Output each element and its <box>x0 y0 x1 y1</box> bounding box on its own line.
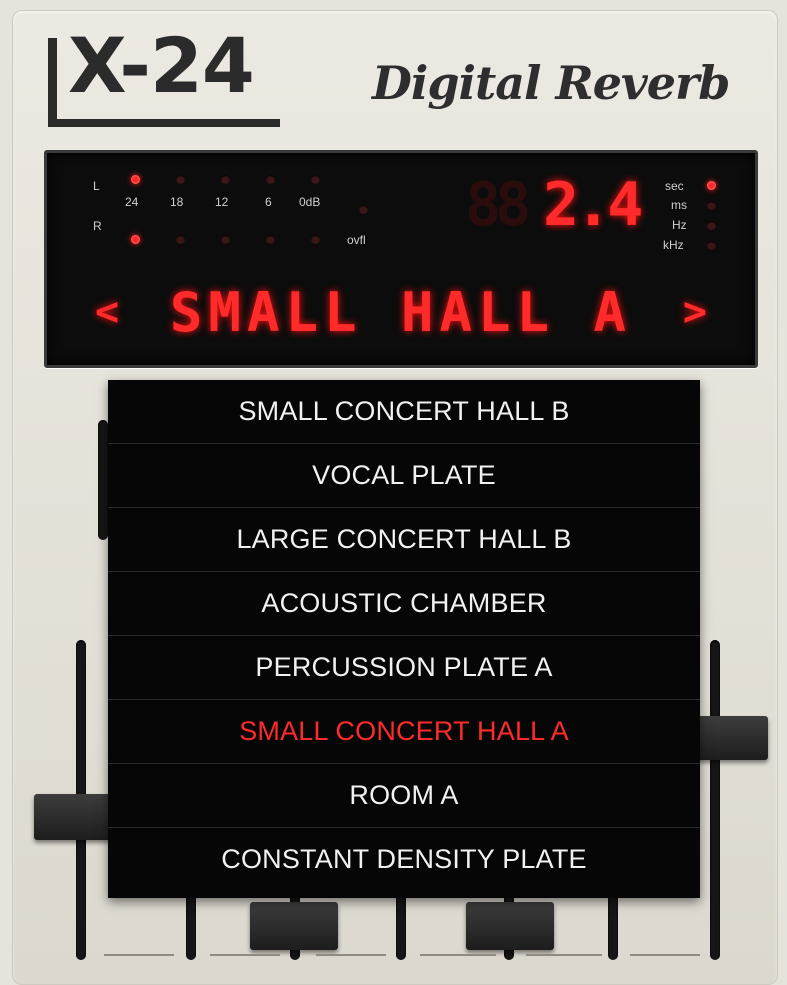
preset-menu-item[interactable]: VOCAL PLATE <box>108 444 700 508</box>
meter-led-l-0db <box>311 175 320 184</box>
preset-menu-item[interactable]: ROOM A <box>108 764 700 828</box>
readout-value: 2.4 <box>543 170 643 240</box>
preset-dropdown-menu: SMALL CONCERT HALL B VOCAL PLATE LARGE C… <box>108 380 700 898</box>
meter-led-l-18 <box>176 175 185 184</box>
fader-tick <box>316 954 386 956</box>
fader-tick <box>104 954 174 956</box>
preset-menu-item-selected[interactable]: SMALL CONCERT HALL A <box>108 700 700 764</box>
meter-led-l-24 <box>131 175 140 184</box>
unit-led-hz <box>707 221 716 230</box>
meter-led-r-18 <box>176 235 185 244</box>
meter-scale-18: 18 <box>170 195 184 209</box>
preset-menu-item[interactable]: PERCUSSION PLATE A <box>108 636 700 700</box>
preset-next-arrow[interactable]: > <box>635 289 755 335</box>
meter-scale-0db: 0dB <box>299 195 321 209</box>
fader-tick <box>210 954 280 956</box>
unit-label-khz: kHz <box>663 238 684 252</box>
fader-tick <box>526 954 602 956</box>
logo-l-horizontal <box>48 119 280 127</box>
logo-text: X-24 <box>68 21 255 110</box>
overflow-label: ovfl <box>347 233 366 247</box>
meter-left-label: L <box>93 179 100 193</box>
preset-line: < SMALL HALL A > <box>47 277 755 347</box>
meter-led-r-0db <box>311 235 320 244</box>
meter-scale-12: 12 <box>215 195 229 209</box>
fader-tick <box>420 954 496 956</box>
meter-scale-24: 24 <box>125 195 139 209</box>
preset-name[interactable]: SMALL HALL A <box>170 281 632 344</box>
meter-led-r-24 <box>131 235 140 244</box>
logo: X-24 <box>48 28 284 132</box>
unit-label-hz: Hz <box>672 218 687 232</box>
meter-led-r-6 <box>266 235 275 244</box>
fader-cap-5[interactable] <box>466 902 554 950</box>
meter-led-l-6 <box>266 175 275 184</box>
preset-prev-arrow[interactable]: < <box>47 289 167 335</box>
readout-unlit-digits: 88 <box>465 170 531 240</box>
unit-led-sec <box>707 181 716 190</box>
preset-menu-item[interactable]: LARGE CONCERT HALL B <box>108 508 700 572</box>
meter-led-l-12 <box>221 175 230 184</box>
lcd-display: L R 24 18 12 6 0dB ovfl 88 2.4 sec ms Hz… <box>44 150 758 368</box>
fader-slot-7[interactable] <box>710 640 720 960</box>
meter-scale-6: 6 <box>265 195 272 209</box>
preset-menu-item[interactable]: ACOUSTIC CHAMBER <box>108 572 700 636</box>
unit-label-sec: sec <box>665 179 684 193</box>
unit-led-khz <box>707 241 716 250</box>
unit-label-ms: ms <box>671 198 687 212</box>
preset-menu-item[interactable]: CONSTANT DENSITY PLATE <box>108 828 700 891</box>
overflow-led <box>359 205 368 214</box>
fader-tick <box>630 954 700 956</box>
meter-right-label: R <box>93 219 102 233</box>
meter-led-r-12 <box>221 235 230 244</box>
unit-led-ms <box>707 201 716 210</box>
logo-l-vertical <box>48 38 57 124</box>
fader-slot-upper <box>98 420 108 540</box>
fader-cap-3[interactable] <box>250 902 338 950</box>
product-tagline: Digital Reverb <box>372 56 730 110</box>
preset-menu-item[interactable]: SMALL CONCERT HALL B <box>108 380 700 444</box>
